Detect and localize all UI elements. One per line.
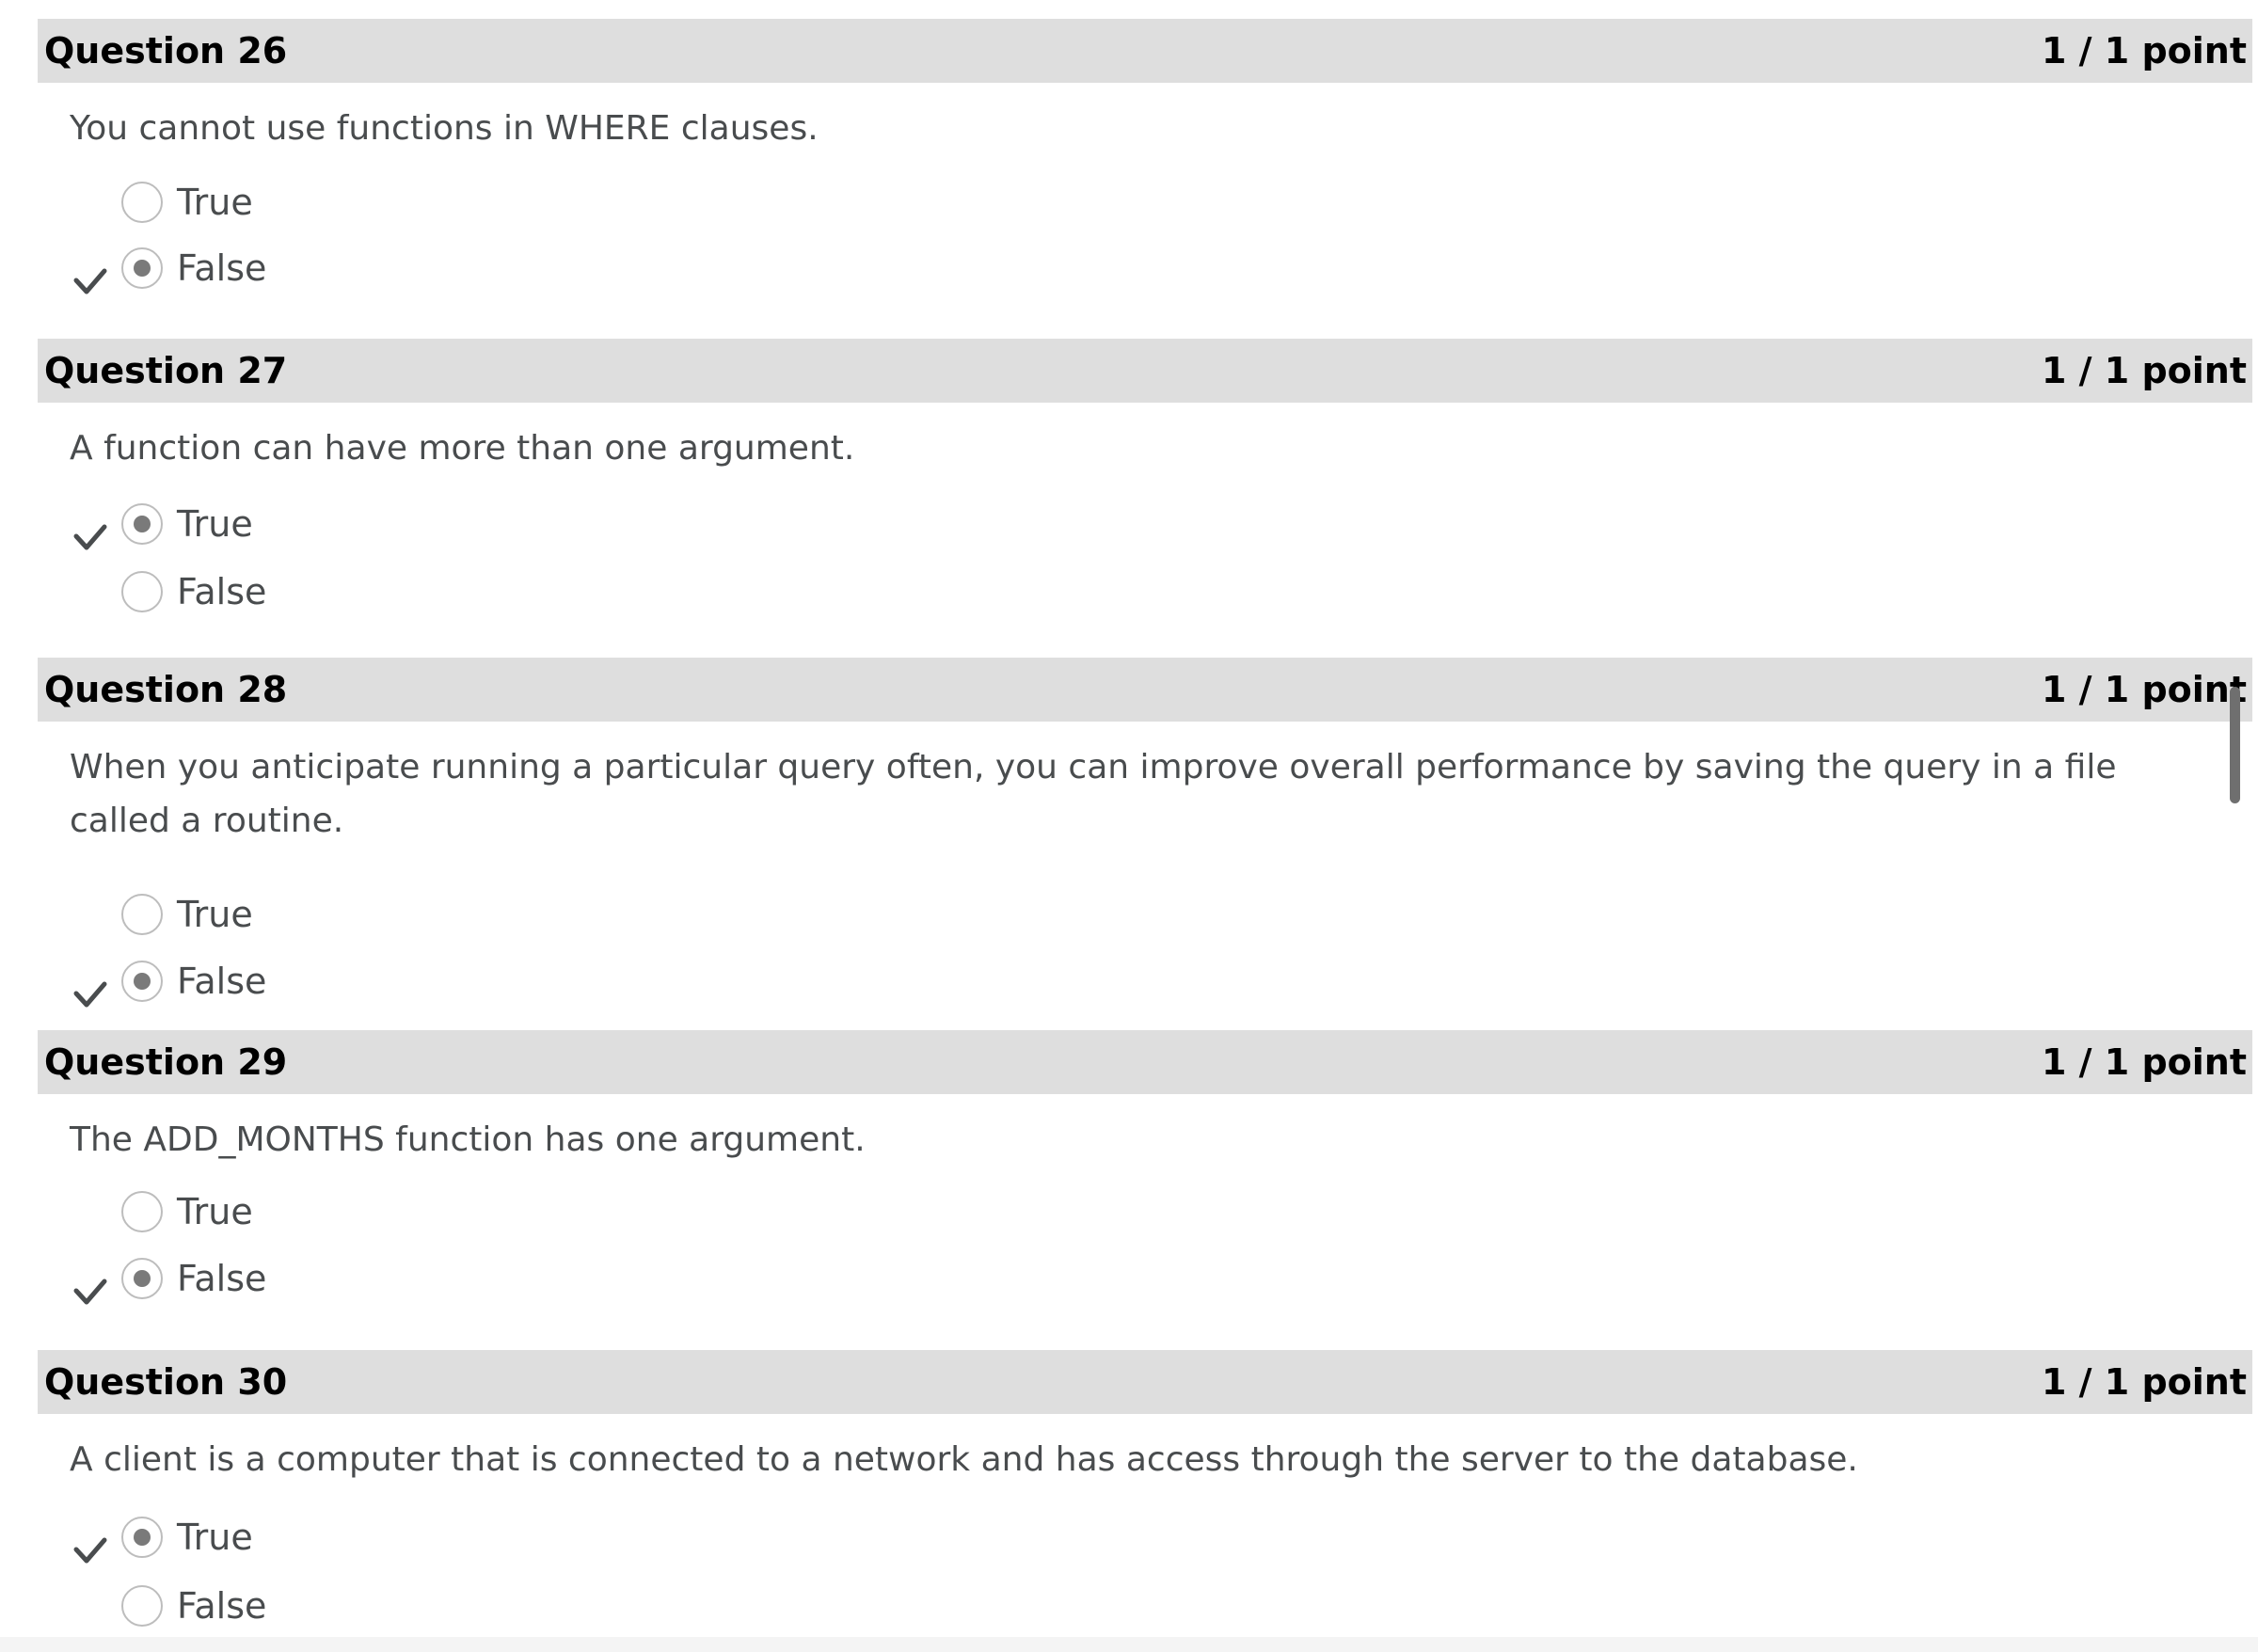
option-label: False	[177, 1585, 267, 1627]
question-score: 1 / 1 point	[2042, 350, 2247, 391]
option-true[interactable]: True	[38, 1186, 602, 1243]
radio-button[interactable]	[121, 247, 163, 289]
option-label: True	[177, 503, 253, 545]
radio-button[interactable]	[121, 571, 163, 612]
radio-button[interactable]	[121, 503, 163, 545]
question-header: Question 28 1 / 1 point	[38, 658, 2252, 722]
radio-button[interactable]	[121, 1191, 163, 1232]
question-title: Question 27	[44, 350, 288, 391]
question-text: The ADD_MONTHS function has one argument…	[70, 1120, 866, 1159]
radio-button[interactable]	[121, 1258, 163, 1299]
question-header: Question 30 1 / 1 point	[38, 1350, 2252, 1414]
option-false[interactable]: False	[38, 1581, 602, 1637]
option-true[interactable]: True	[38, 499, 602, 555]
question-text: You cannot use functions in WHERE clause…	[70, 109, 819, 148]
radio-button[interactable]	[121, 1517, 163, 1558]
question-score: 1 / 1 point	[2042, 669, 2247, 710]
question-title: Question 30	[44, 1361, 288, 1403]
option-label: False	[177, 571, 267, 612]
radio-button[interactable]	[121, 1585, 163, 1627]
question-score: 1 / 1 point	[2042, 1041, 2247, 1083]
radio-button[interactable]	[121, 894, 163, 935]
option-label: True	[177, 1191, 253, 1232]
option-label: False	[177, 247, 267, 289]
question-score: 1 / 1 point	[2042, 30, 2247, 71]
question-text: A function can have more than one argume…	[70, 429, 855, 468]
scrollbar-thumb[interactable]	[2230, 687, 2240, 803]
checkmark-icon	[73, 268, 107, 294]
radio-button[interactable]	[121, 182, 163, 223]
question-header: Question 26 1 / 1 point	[38, 19, 2252, 83]
option-label: False	[177, 1258, 267, 1299]
option-true[interactable]: True	[38, 177, 602, 233]
option-false[interactable]: False	[38, 566, 602, 623]
option-label: True	[177, 894, 253, 935]
question-header: Question 27 1 / 1 point	[38, 339, 2252, 403]
option-false[interactable]: False	[38, 956, 602, 1012]
question-text: When you anticipate running a particular…	[70, 748, 2117, 840]
checkmark-icon	[73, 1537, 107, 1564]
option-label: True	[177, 1517, 253, 1558]
option-false[interactable]: False	[38, 1253, 602, 1310]
option-label: True	[177, 182, 253, 223]
checkmark-icon	[73, 524, 107, 550]
checkmark-icon	[73, 1279, 107, 1305]
checkmark-icon	[73, 981, 107, 1008]
bottom-edge	[0, 1637, 2258, 1652]
option-label: False	[177, 961, 267, 1002]
question-score: 1 / 1 point	[2042, 1361, 2247, 1403]
question-title: Question 28	[44, 669, 288, 710]
question-title: Question 29	[44, 1041, 288, 1083]
question-title: Question 26	[44, 30, 288, 71]
option-false[interactable]: False	[38, 243, 602, 299]
question-header: Question 29 1 / 1 point	[38, 1030, 2252, 1094]
option-true[interactable]: True	[38, 889, 602, 945]
question-text: A client is a computer that is connected…	[70, 1440, 1858, 1479]
option-true[interactable]: True	[38, 1512, 602, 1568]
radio-button[interactable]	[121, 961, 163, 1002]
